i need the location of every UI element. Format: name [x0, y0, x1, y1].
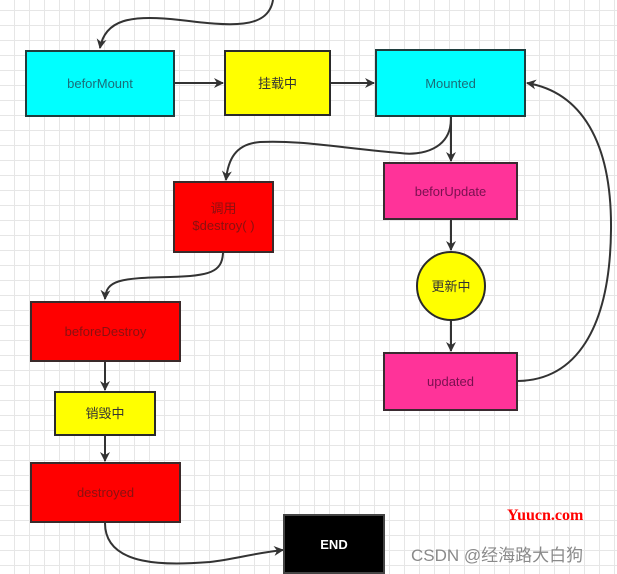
edge-updated-to-mounted [517, 79, 613, 382]
node-destroying: 销毁中 [54, 391, 156, 436]
node-label: beforeDestroy [64, 324, 147, 339]
node-befor-update: beforUpdate [383, 162, 518, 220]
node-label: 更新中 [431, 278, 471, 294]
node-updating: 更新中 [416, 251, 486, 321]
node-mounting: 挂载中 [224, 50, 331, 116]
node-label: Mounted [425, 75, 476, 91]
node-before-destroy: beforeDestroy [30, 301, 181, 362]
author-watermark: CSDN @经海路大白狗 [411, 546, 584, 565]
node-label: 挂载中 [257, 75, 297, 91]
node-label: beforUpdate [414, 183, 487, 199]
node-befor-mount: beforMount [25, 50, 175, 117]
node-label-line2: $destroy( ) [192, 218, 255, 233]
node-mounted: Mounted [375, 49, 526, 117]
node-end: END [283, 514, 385, 574]
edge-calldestroy-to-beforedestroy [100, 252, 224, 300]
edge-destroyed-to-end [104, 522, 284, 565]
node-label: updated [427, 374, 474, 389]
node-label: 销毁中 [85, 406, 125, 421]
node-destroyed: destroyed [30, 462, 181, 523]
node-call-destroy: 调用 $destroy( ) [173, 181, 274, 253]
node-updated: updated [383, 352, 518, 411]
edge-incoming-to-beformount [96, 0, 274, 49]
node-label-line1: 调用 [210, 201, 237, 216]
site-watermark: Yuucn.com [507, 507, 584, 524]
node-label: END [320, 536, 348, 552]
node-label: destroyed [76, 485, 135, 500]
node-label: beforMount [67, 76, 133, 91]
